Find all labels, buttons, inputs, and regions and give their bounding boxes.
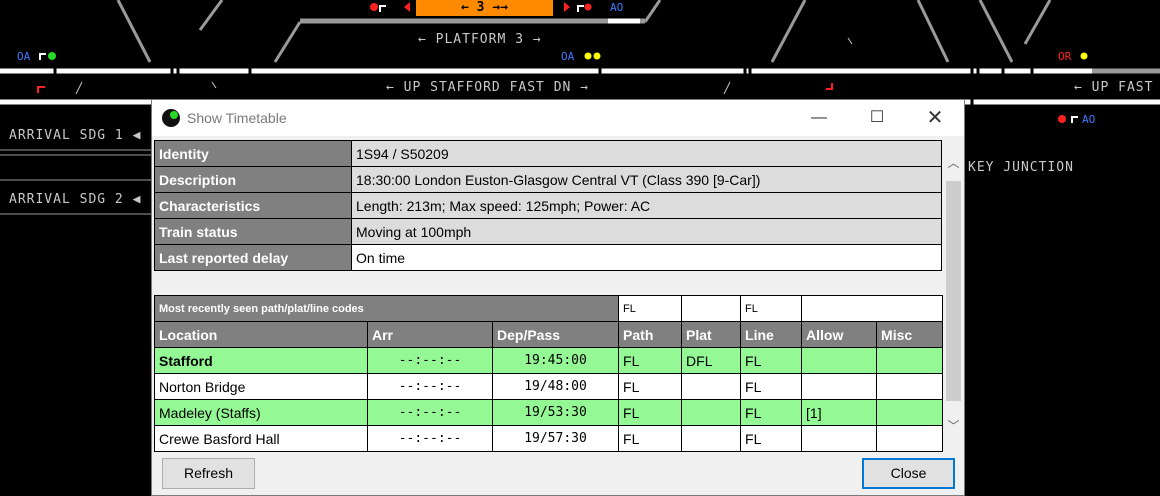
info-label: Train status bbox=[154, 218, 352, 245]
arrival-siding-1-label: ARRIVAL SDG 1 ◀ bbox=[9, 128, 142, 143]
junction-label: KEY JUNCTION bbox=[968, 160, 1074, 175]
cell-misc bbox=[876, 399, 944, 426]
info-row-delay: Last reported delay On time bbox=[154, 244, 942, 271]
cell-misc bbox=[876, 425, 944, 452]
minimize-icon[interactable]: — bbox=[790, 100, 848, 136]
info-row-identity: Identity 1S94 / S50209 bbox=[154, 140, 942, 167]
cell-line: FL bbox=[740, 373, 803, 400]
cell-line: FL bbox=[740, 347, 803, 374]
cell-allow bbox=[801, 425, 878, 452]
timetable-header-row: Location Arr Dep/Pass Path Plat Line All… bbox=[154, 321, 944, 348]
recent-codes-row: Most recently seen path/plat/line codes … bbox=[153, 295, 944, 322]
dialog-titlebar[interactable]: Show Timetable — ☐ ✕ bbox=[152, 100, 964, 136]
app-signal-icon bbox=[162, 109, 180, 127]
recent-allow-code bbox=[801, 295, 944, 322]
cell-path: FL bbox=[618, 373, 683, 400]
cell-dep: 19/53:30 bbox=[491, 399, 620, 426]
signal-ao-right[interactable]: AO bbox=[1082, 114, 1095, 125]
col-header-arr: Arr bbox=[367, 321, 493, 348]
info-label: Identity bbox=[154, 140, 352, 167]
cell-misc bbox=[876, 373, 944, 400]
cell-dep: 19/57:30 bbox=[491, 425, 620, 452]
info-row-characteristics: Characteristics Length: 213m; Max speed:… bbox=[154, 192, 942, 219]
col-header-location: Location bbox=[154, 321, 368, 348]
table-row[interactable]: Crewe Basford Hall --:--:-- 19/57:30 FL … bbox=[154, 425, 944, 452]
vertical-scrollbar[interactable]: ︿ ﹀ bbox=[945, 155, 962, 435]
cell-location: Madeley (Staffs) bbox=[154, 399, 368, 426]
info-value: 1S94 / S50209 bbox=[351, 140, 942, 167]
train-info-table: Identity 1S94 / S50209 Description 18:30… bbox=[154, 140, 942, 271]
up-fast-label: ← UP FAST bbox=[1074, 80, 1154, 95]
up-stafford-fast-label: ← UP STAFFORD FAST DN → bbox=[386, 80, 590, 95]
cell-location: Stafford bbox=[154, 347, 368, 374]
info-row-train-status: Train status Moving at 100mph bbox=[154, 218, 942, 245]
cell-plat bbox=[681, 373, 742, 400]
info-value: Length: 213m; Max speed: 125mph; Power: … bbox=[351, 192, 942, 219]
cell-misc bbox=[876, 347, 944, 374]
cell-allow: [1] bbox=[801, 399, 878, 426]
cell-dep: 19/48:00 bbox=[491, 373, 620, 400]
col-header-misc: Misc bbox=[876, 321, 944, 348]
col-header-line: Line bbox=[740, 321, 803, 348]
timetable-grid: Most recently seen path/plat/line codes … bbox=[153, 295, 944, 452]
signal-or-right[interactable]: OR bbox=[1058, 51, 1071, 62]
recent-codes-caption: Most recently seen path/plat/line codes bbox=[153, 295, 620, 322]
info-label: Last reported delay bbox=[154, 244, 352, 271]
cell-location: Norton Bridge bbox=[154, 373, 368, 400]
cell-plat: DFL bbox=[681, 347, 742, 374]
arrival-siding-2-label: ARRIVAL SDG 2 ◀ bbox=[9, 192, 142, 207]
cell-arr: --:--:-- bbox=[367, 373, 493, 400]
cell-path: FL bbox=[618, 425, 683, 452]
close-button[interactable]: Close bbox=[862, 458, 955, 489]
cell-dep: 19:45:00 bbox=[491, 347, 620, 374]
recent-line-code: FL bbox=[740, 295, 803, 322]
cell-arr: --:--:-- bbox=[367, 425, 493, 452]
col-header-dep: Dep/Pass bbox=[491, 321, 620, 348]
col-header-plat: Plat bbox=[681, 321, 742, 348]
cell-path: FL bbox=[618, 399, 683, 426]
cell-plat bbox=[681, 399, 742, 426]
cell-arr: --:--:-- bbox=[367, 399, 493, 426]
dialog-title: Show Timetable bbox=[187, 110, 287, 126]
cell-path: FL bbox=[618, 347, 683, 374]
cell-line: FL bbox=[740, 425, 803, 452]
cell-arr: --:--:-- bbox=[367, 347, 493, 374]
scroll-up-icon[interactable]: ︿ bbox=[945, 155, 962, 172]
info-value: On time bbox=[351, 244, 942, 271]
recent-plat-code bbox=[681, 295, 742, 322]
info-value: Moving at 100mph bbox=[351, 218, 942, 245]
cell-location: Crewe Basford Hall bbox=[154, 425, 368, 452]
close-window-icon[interactable]: ✕ bbox=[906, 100, 964, 136]
cell-allow bbox=[801, 347, 878, 374]
cell-allow bbox=[801, 373, 878, 400]
refresh-button[interactable]: Refresh bbox=[162, 458, 255, 489]
platform-3-label: ← PLATFORM 3 → bbox=[418, 32, 542, 47]
table-row[interactable]: Stafford --:--:-- 19:45:00 FL DFL FL bbox=[154, 347, 944, 374]
cell-plat bbox=[681, 425, 742, 452]
info-label: Description bbox=[154, 166, 352, 193]
table-row[interactable]: Norton Bridge --:--:-- 19/48:00 FL FL bbox=[154, 373, 944, 400]
scroll-thumb[interactable] bbox=[946, 181, 961, 401]
scroll-down-icon[interactable]: ﹀ bbox=[945, 418, 962, 435]
platform-3-occupied-berth[interactable]: ← 3 →→ bbox=[416, 0, 553, 16]
col-header-path: Path bbox=[618, 321, 683, 348]
col-header-allow: Allow bbox=[801, 321, 878, 348]
signal-ao-top[interactable]: AO bbox=[610, 2, 623, 13]
info-label: Characteristics bbox=[154, 192, 352, 219]
cell-line: FL bbox=[740, 399, 803, 426]
signal-oa-left[interactable]: OA bbox=[17, 51, 30, 62]
show-timetable-dialog: Show Timetable — ☐ ✕ Identity 1S94 / S50… bbox=[151, 99, 965, 496]
maximize-icon[interactable]: ☐ bbox=[848, 100, 906, 136]
info-row-description: Description 18:30:00 London Euston-Glasg… bbox=[154, 166, 942, 193]
recent-path-code: FL bbox=[618, 295, 683, 322]
table-row[interactable]: Madeley (Staffs) --:--:-- 19/53:30 FL FL… bbox=[154, 399, 944, 426]
info-value: 18:30:00 London Euston-Glasgow Central V… bbox=[351, 166, 942, 193]
signal-oa-mid[interactable]: OA bbox=[561, 51, 574, 62]
